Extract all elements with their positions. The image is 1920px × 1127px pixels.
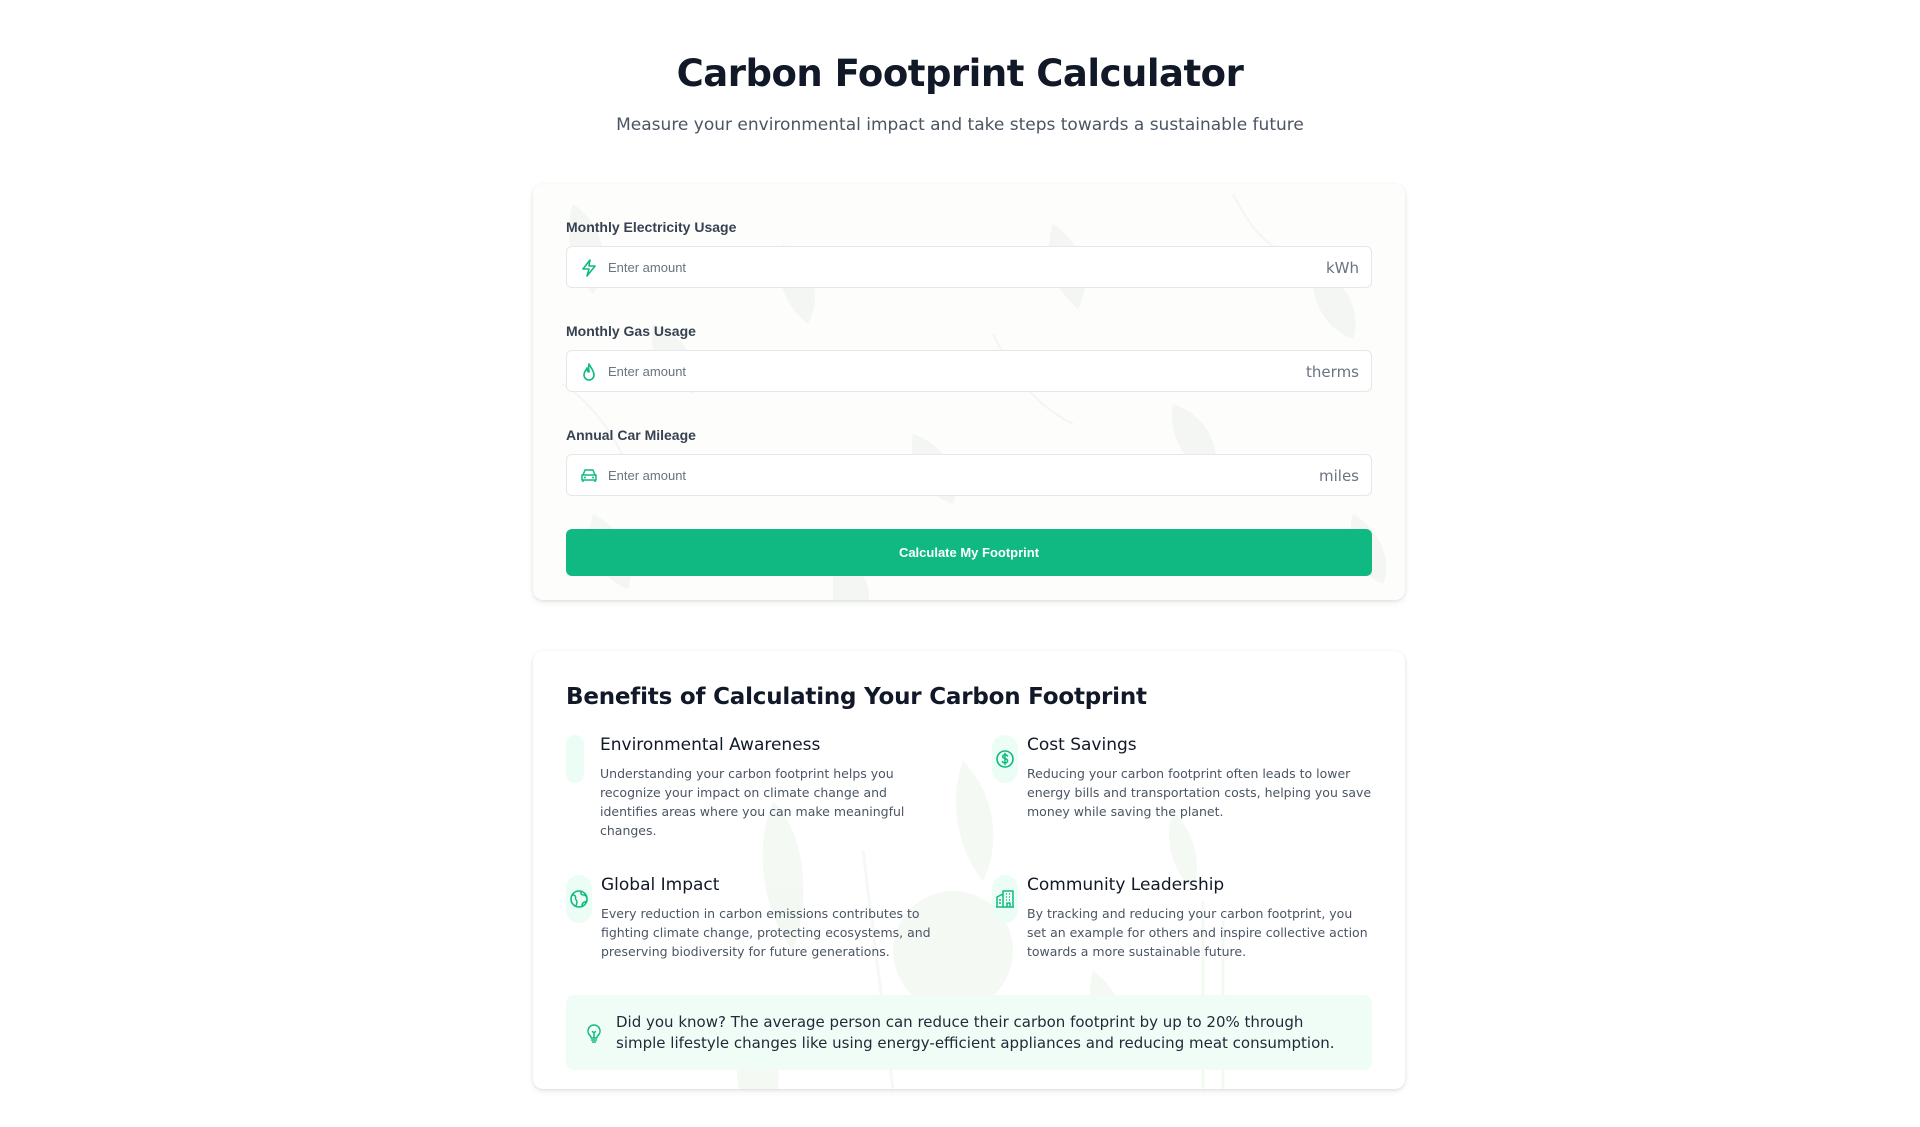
benefit-text: Understanding your carbon footprint help… [600, 766, 905, 838]
gas-unit: therms [1306, 363, 1359, 381]
benefit-title: Environmental Awareness [600, 735, 821, 755]
benefit-title: Global Impact [601, 875, 720, 895]
gas-label: Monthly Gas Usage [566, 323, 696, 339]
mileage-field: Annual Car Mileage miles [566, 427, 1372, 496]
page-subtitle: Measure your environmental impact and ta… [616, 115, 1304, 135]
benefits-card: Benefits of Calculating Your Carbon Foot… [533, 651, 1405, 1089]
calculator-card: Monthly Electricity Usage kWh Monthly Ga… [533, 184, 1405, 600]
tip-text: Did you know? The average person can red… [616, 1012, 1335, 1052]
lightbulb-icon [584, 1023, 604, 1043]
benefit-text: Every reduction in carbon emissions cont… [601, 906, 931, 959]
car-icon [580, 467, 598, 485]
electricity-input-wrapper: kWh [566, 246, 1372, 288]
benefits-grid: Environmental Awareness Understanding yo… [566, 735, 1372, 961]
mileage-label: Annual Car Mileage [566, 427, 696, 443]
gas-input-wrapper: therms [566, 350, 1372, 392]
benefit-environmental-awareness: Environmental Awareness Understanding yo… [566, 735, 992, 840]
electricity-label: Monthly Electricity Usage [566, 219, 737, 235]
electricity-field: Monthly Electricity Usage kWh [566, 219, 1372, 288]
mileage-input-wrapper: miles [566, 454, 1372, 496]
electricity-unit: kWh [1325, 259, 1359, 277]
benefits-title: Benefits of Calculating Your Carbon Foot… [566, 684, 1147, 710]
electricity-input[interactable] [567, 247, 1371, 287]
benefit-title: Community Leadership [1027, 875, 1225, 895]
mileage-unit: miles [1319, 467, 1359, 485]
globe-icon [566, 875, 592, 923]
lightning-bolt-icon [580, 259, 598, 277]
benefit-text: By tracking and reducing your carbon foo… [1027, 906, 1368, 959]
blank-icon [566, 735, 584, 783]
page-title: Carbon Footprint Calculator [676, 52, 1244, 95]
gas-input[interactable] [567, 351, 1371, 391]
benefit-community-leadership: Community Leadership By tracking and red… [992, 875, 1372, 961]
building-icon [992, 875, 1018, 923]
calculate-button[interactable]: Calculate My Footprint [566, 529, 1372, 576]
benefit-text: Reducing your carbon footprint often lea… [1027, 766, 1372, 819]
gas-field: Monthly Gas Usage therms [566, 323, 1372, 392]
dollar-icon [992, 735, 1018, 783]
mileage-input[interactable] [567, 455, 1371, 495]
page-header: Carbon Footprint Calculator Measure your… [0, 52, 1920, 135]
page: Carbon Footprint Calculator Measure your… [0, 0, 1920, 1127]
did-you-know-tip: Did you know? The average person can red… [566, 995, 1372, 1070]
benefit-cost-savings: Cost Savings Reducing your carbon footpr… [992, 735, 1372, 840]
benefit-global-impact: Global Impact Every reduction in carbon … [566, 875, 992, 961]
flame-drop-icon [580, 363, 598, 381]
benefit-title: Cost Savings [1027, 735, 1137, 755]
